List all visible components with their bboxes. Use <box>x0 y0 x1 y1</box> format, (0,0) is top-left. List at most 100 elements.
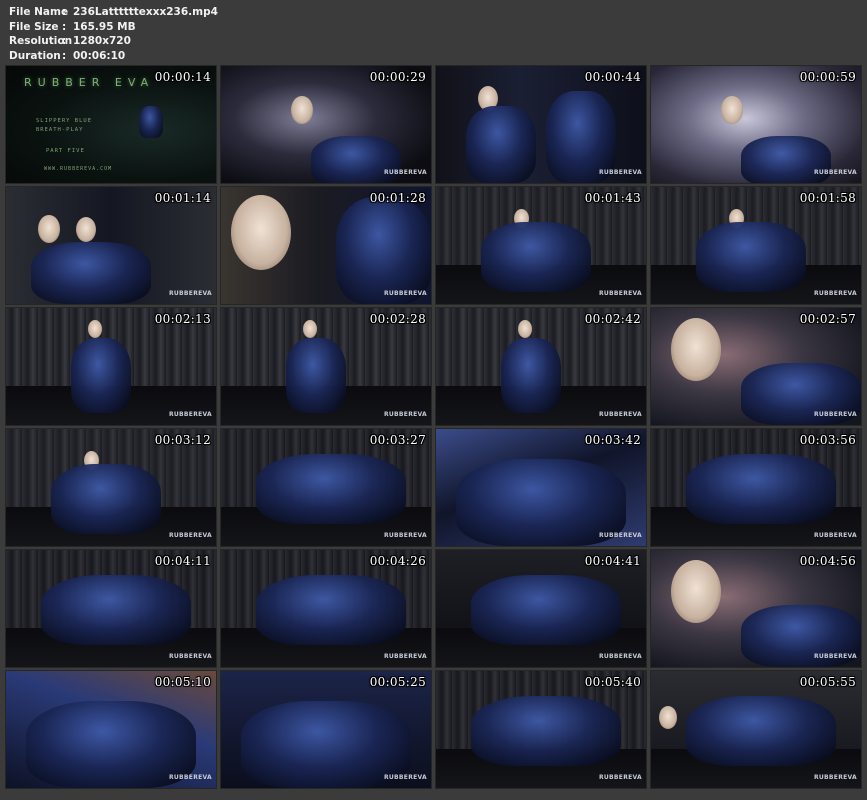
watermark-text: RUBBEREVA <box>598 532 642 539</box>
watermark: RUBBEREVA <box>795 653 857 664</box>
watermark-text: RUBBEREVA <box>383 532 427 539</box>
timestamp-label: 00:04:56 <box>799 554 856 568</box>
watermark: RUBBEREVA <box>795 290 857 301</box>
timestamp-label: 00:01:58 <box>799 191 856 205</box>
info-separator: : <box>62 20 67 33</box>
face-shape <box>518 320 532 338</box>
watermark: RUBBEREVA <box>365 169 427 180</box>
video-thumbnail[interactable]: 00:03:27 RUBBEREVA <box>221 429 431 546</box>
video-thumbnail[interactable]: 00:01:58 RUBBEREVA <box>651 187 861 304</box>
watermark-text: RUBBEREVA <box>813 411 857 418</box>
video-thumbnail[interactable]: 00:03:56 RUBBEREVA <box>651 429 861 546</box>
face-shape <box>88 320 102 338</box>
timestamp-label: 00:02:42 <box>584 312 641 326</box>
timestamp-label: 00:00:14 <box>154 70 211 84</box>
video-thumbnail[interactable]: 00:01:14 RUBBEREVA <box>6 187 216 304</box>
face-shape <box>291 96 313 124</box>
watermark: RUBBEREVA <box>795 774 857 785</box>
timestamp-label: 00:05:40 <box>584 675 641 689</box>
watermark-text: RUBBEREVA <box>598 653 642 660</box>
timestamp-label: 00:05:10 <box>154 675 211 689</box>
video-thumbnail[interactable]: 00:01:43 RUBBEREVA <box>436 187 646 304</box>
watermark-text: RUBBEREVA <box>383 653 427 660</box>
figure-shape <box>31 242 151 304</box>
figure-shape <box>686 696 836 766</box>
watermark-text: RUBBEREVA <box>598 290 642 297</box>
video-thumbnail[interactable]: 00:00:29 RUBBEREVA <box>221 66 431 183</box>
figure-shape <box>471 575 621 645</box>
timestamp-label: 00:01:14 <box>154 191 211 205</box>
video-thumbnail[interactable]: 00:00:44 RUBBEREVA <box>436 66 646 183</box>
video-thumbnail[interactable]: 00:02:13 RUBBEREVA <box>6 308 216 425</box>
video-thumbnail[interactable]: 00:04:11 RUBBEREVA <box>6 550 216 667</box>
watermark-text: RUBBEREVA <box>813 169 857 176</box>
watermark: RUBBEREVA <box>150 653 212 664</box>
timestamp-label: 00:03:42 <box>584 433 641 447</box>
intro-line: SLIPPERY BLUE <box>36 118 93 124</box>
info-separator: : <box>62 49 67 62</box>
video-thumbnail[interactable]: 00:00:59 RUBBEREVA <box>651 66 861 183</box>
watermark: RUBBEREVA <box>795 169 857 180</box>
watermark-text: RUBBEREVA <box>383 290 427 297</box>
timestamp-label: 00:02:57 <box>799 312 856 326</box>
video-thumbnail[interactable]: 00:05:55 RUBBEREVA <box>651 671 861 788</box>
watermark: RUBBEREVA <box>580 532 642 543</box>
watermark: RUBBEREVA <box>580 774 642 785</box>
timestamp-label: 00:00:29 <box>369 70 426 84</box>
info-separator: : <box>62 6 67 18</box>
file-name-row: File Name : 236Lattttttexxx236.mp4 <box>9 5 218 20</box>
watermark: RUBBEREVA <box>795 532 857 543</box>
video-thumbnail[interactable]: 00:02:57 RUBBEREVA <box>651 308 861 425</box>
info-key: File Size <box>9 20 59 33</box>
figure-shape <box>481 222 591 292</box>
figure-shape <box>256 575 406 645</box>
watermark-text: RUBBEREVA <box>598 411 642 418</box>
timestamp-label: 00:03:56 <box>799 433 856 447</box>
face-shape <box>671 560 721 623</box>
watermark-text: RUBBEREVA <box>383 411 427 418</box>
watermark: RUBBEREVA <box>580 653 642 664</box>
timestamp-label: 00:02:28 <box>369 312 426 326</box>
duration-value: 00:06:10 <box>73 49 126 62</box>
intro-line: BREATH-PLAY <box>36 127 84 133</box>
watermark-text: RUBBEREVA <box>813 653 857 660</box>
timestamp-label: 00:01:28 <box>369 191 426 205</box>
timestamp-label: 00:00:44 <box>584 70 641 84</box>
duration-row: Duration : 00:06:10 <box>9 49 218 64</box>
watermark: RUBBEREVA <box>150 774 212 785</box>
video-thumbnail[interactable]: 00:04:56 RUBBEREVA <box>651 550 861 667</box>
face-shape <box>38 215 60 243</box>
face-shape <box>76 217 96 242</box>
watermark-text: RUBBEREVA <box>813 532 857 539</box>
video-thumbnail[interactable]: 00:04:41 RUBBEREVA <box>436 550 646 667</box>
timestamp-label: 00:05:25 <box>369 675 426 689</box>
face-shape <box>721 96 743 124</box>
contact-sheet: File Name : 236Lattttttexxx236.mp4 File … <box>0 0 867 800</box>
video-thumbnail[interactable]: 00:03:42 RUBBEREVA <box>436 429 646 546</box>
video-thumbnail[interactable]: 00:05:25 RUBBEREVA <box>221 671 431 788</box>
video-thumbnail[interactable]: 00:03:12 RUBBEREVA <box>6 429 216 546</box>
thumbnail-grid: RUBBER EVA SLIPPERY BLUE BREATH-PLAY PAR… <box>6 66 861 788</box>
watermark: RUBBEREVA <box>150 290 212 301</box>
watermark: RUBBEREVA <box>150 532 212 543</box>
video-thumbnail[interactable]: 00:04:26 RUBBEREVA <box>221 550 431 667</box>
watermark: RUBBEREVA <box>365 774 427 785</box>
face-shape <box>303 320 317 338</box>
video-thumbnail[interactable]: 00:02:28 RUBBEREVA <box>221 308 431 425</box>
watermark-text: RUBBEREVA <box>598 774 642 781</box>
watermark: RUBBEREVA <box>580 411 642 422</box>
resolution-value: 1280x720 <box>73 35 131 47</box>
video-thumbnail[interactable]: 00:01:28 RUBBEREVA <box>221 187 431 304</box>
watermark-text: RUBBEREVA <box>168 774 212 781</box>
watermark: RUBBEREVA <box>365 532 427 543</box>
timestamp-label: 00:04:26 <box>369 554 426 568</box>
video-thumbnail[interactable]: 00:05:10 RUBBEREVA <box>6 671 216 788</box>
watermark: RUBBEREVA <box>795 411 857 422</box>
video-thumbnail[interactable]: 00:02:42 RUBBEREVA <box>436 308 646 425</box>
watermark-text: RUBBEREVA <box>598 169 642 176</box>
watermark-text: RUBBEREVA <box>383 774 427 781</box>
figure-shape <box>501 338 561 413</box>
video-thumbnail[interactable]: RUBBER EVA SLIPPERY BLUE BREATH-PLAY PAR… <box>6 66 216 183</box>
video-thumbnail[interactable]: 00:05:40 RUBBEREVA <box>436 671 646 788</box>
watermark: RUBBEREVA <box>365 653 427 664</box>
